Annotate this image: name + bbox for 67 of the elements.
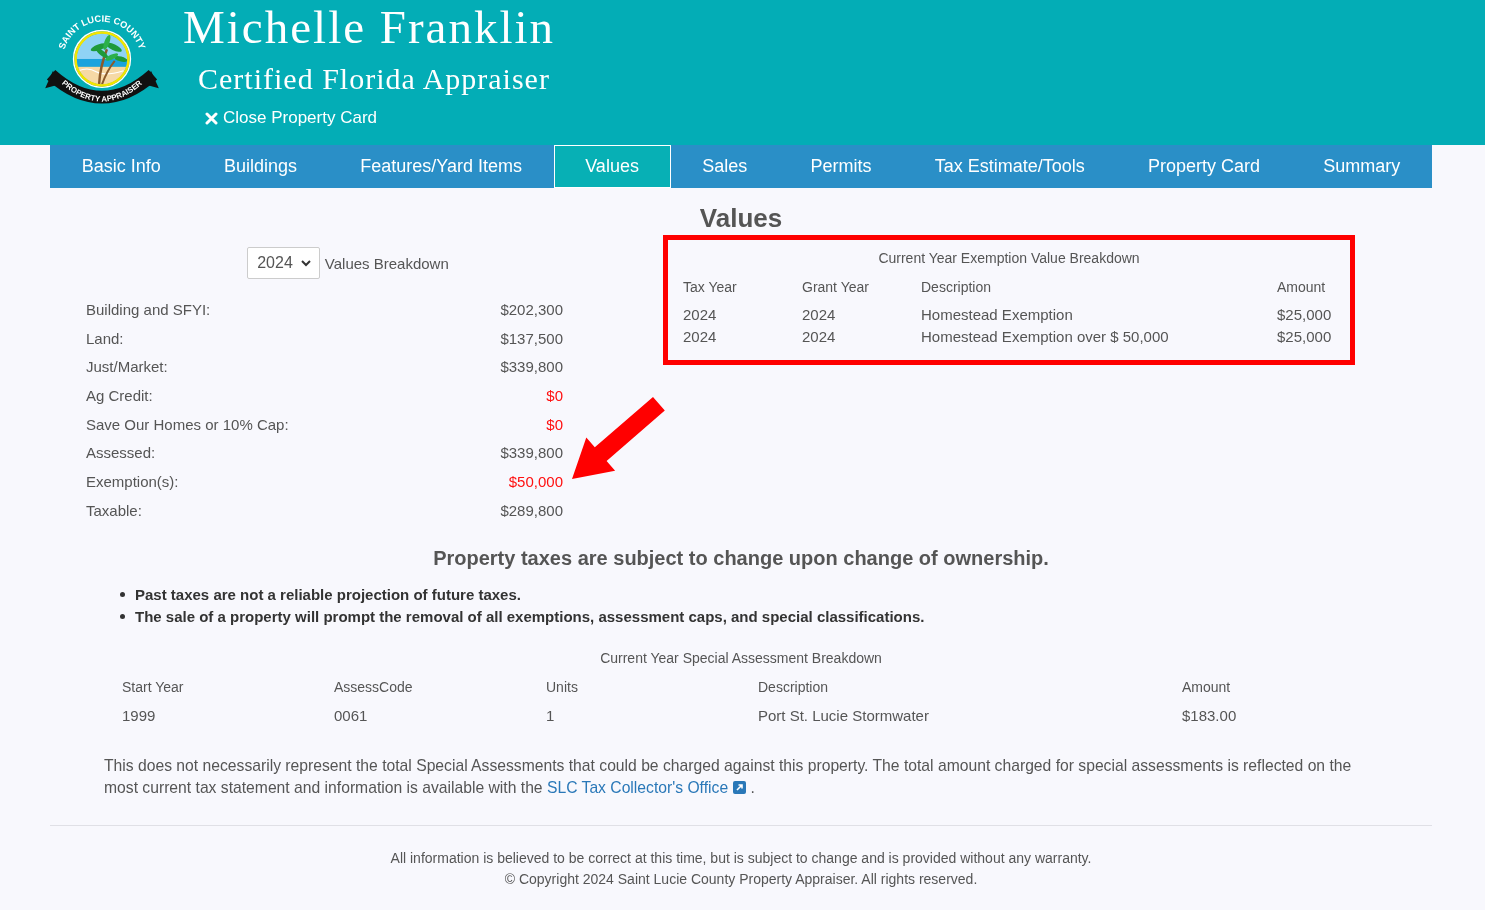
nav-tab[interactable]: Sales <box>670 145 779 188</box>
column-header: AssessCode <box>334 677 414 697</box>
column-header: Units <box>546 677 579 697</box>
external-link-icon <box>733 781 747 794</box>
value-amount: $202,300 <box>500 300 563 318</box>
column-header: Description <box>758 677 830 697</box>
notice-heading: Property taxes are subject to change upon change of ownership. <box>432 545 1050 571</box>
value-amount: $50,000 <box>508 472 563 490</box>
table-cell-text: 0061 <box>334 705 369 726</box>
table-cell-text: Homestead Exemption over $ 50,000 <box>921 327 1170 347</box>
disclaimer-text: This does not necessarily represent the total Special Assessments that could be charged against this property. The total amount charged for special assessments is reflected on the most current tax statement and information is available with the SLC Tax Collector's Office . <box>104 754 1366 799</box>
bullet-icon <box>120 614 125 619</box>
table-cell-text: $183.00 <box>1182 705 1238 726</box>
value-label: Assessed: <box>86 444 156 462</box>
year-select[interactable]: 2024 <box>247 247 320 279</box>
nav-tab[interactable]: Tax Estimate/Tools <box>903 145 1117 188</box>
footer-text: © Copyright 2024 Saint Lucie County Property Appraiser. All rights reserved. <box>503 869 979 889</box>
nav-tab[interactable]: Values <box>553 145 671 188</box>
value-label: Exemption(s): <box>86 472 179 490</box>
table-cell-text: 2024 <box>802 305 837 325</box>
table-cell-text: 2024 <box>683 305 718 325</box>
tax-collector-link[interactable]: SLC Tax Collector's Office <box>546 776 747 799</box>
nav-tab[interactable]: Summary <box>1291 145 1432 188</box>
value-label: Taxable: <box>86 501 142 519</box>
table-cell-text: $25,000 <box>1277 305 1333 325</box>
table-cell-text: 1999 <box>122 705 157 726</box>
nav-tab[interactable]: Property Card <box>1116 145 1292 188</box>
table-cell-text: Port St. Lucie Stormwater <box>758 705 930 726</box>
value-label: Land: <box>86 329 124 347</box>
column-header: Amount <box>1277 278 1327 297</box>
column-header: Tax Year <box>683 278 738 297</box>
nav-tab[interactable]: Buildings <box>192 145 329 188</box>
value-amount: $0 <box>546 386 563 404</box>
value-label: Ag Credit: <box>86 386 153 404</box>
notice-text: Past taxes are not a reliable projection of future taxes. <box>135 586 521 603</box>
site-subtitle: Certified Florida Appraiser <box>198 62 550 96</box>
table-cell-text: 2024 <box>802 327 837 347</box>
column-header: Amount <box>1182 677 1232 697</box>
close-property-card-link[interactable]: Close Property Card <box>205 107 377 129</box>
table-title: Current Year Exemption Value Breakdown <box>877 249 1141 268</box>
value-label: Save Our Homes or 10% Cap: <box>86 415 289 433</box>
table-title: Current Year Special Assessment Breakdown <box>599 648 883 668</box>
table-cell-text: Homestead Exemption <box>921 305 1074 325</box>
notice-text: The sale of a property will prompt the removal of all exemptions, assessment caps, and special classifications. <box>135 608 925 625</box>
value-label: Building and SFYI: <box>86 300 211 318</box>
nav-tab[interactable]: Features/Yard Items <box>328 145 554 188</box>
value-amount: $339,800 <box>500 444 563 462</box>
bullet-icon <box>120 592 125 597</box>
column-header: Grant Year <box>802 278 870 297</box>
value-amount: $137,500 <box>500 329 563 347</box>
value-amount: $289,800 <box>500 501 563 519</box>
value-label: Just/Market: <box>86 358 168 376</box>
table-cell-text: $25,000 <box>1277 327 1333 347</box>
nav-tab[interactable]: Basic Info <box>50 145 193 188</box>
table-cell-text: 1 <box>546 705 556 726</box>
nav-tab[interactable]: Permits <box>778 145 904 188</box>
column-header: Start Year <box>122 677 185 697</box>
value-amount: $0 <box>546 415 563 433</box>
site-title: Michelle Franklin <box>183 2 556 52</box>
chevron-down-icon <box>300 259 311 267</box>
section-heading: Values <box>698 204 784 232</box>
value-amount: $339,800 <box>500 358 563 376</box>
table-cell-text: 2024 <box>683 327 718 347</box>
close-icon <box>205 111 218 125</box>
footer-text: All information is believed to be correct at this time, but is subject to change and is provided without any warranty. <box>389 848 1093 868</box>
column-header: Description <box>921 278 993 297</box>
select-label: Values Breakdown <box>324 254 449 272</box>
